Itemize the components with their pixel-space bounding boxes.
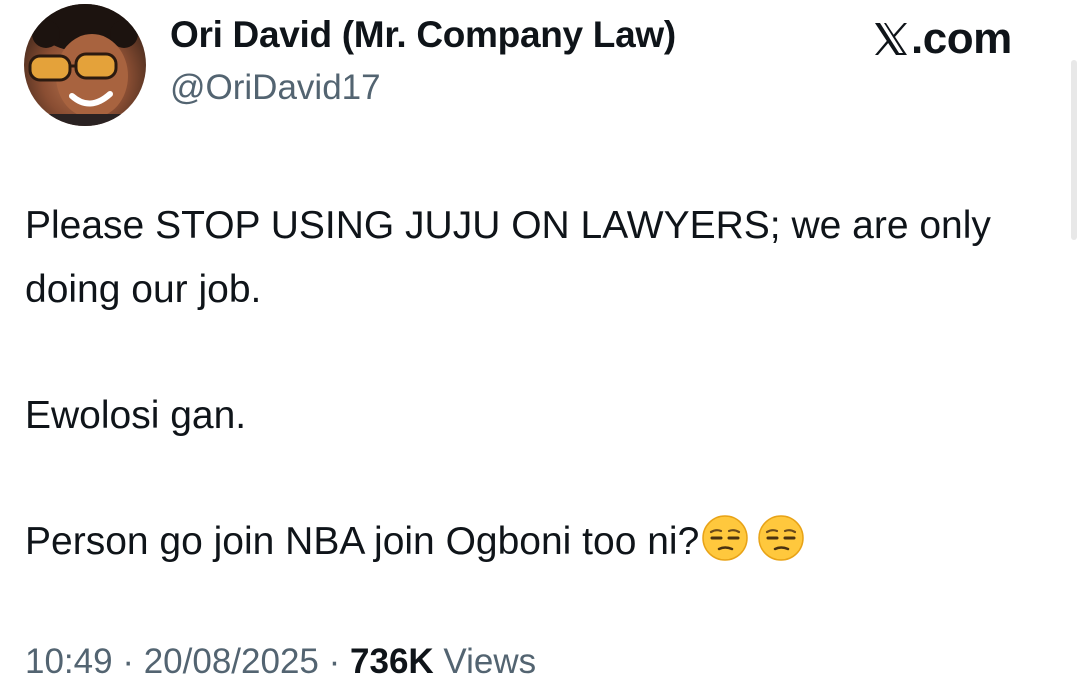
author-avatar[interactable] <box>24 4 146 126</box>
meta-separator: · <box>122 642 134 681</box>
x-logo-icon <box>875 23 907 55</box>
views-label: Views <box>443 642 537 681</box>
tweet-paragraph: Please STOP USING JUJU ON LAWYERS; we ar… <box>25 204 991 311</box>
tweet-body: Please STOP USING JUJU ON LAWYERS; we ar… <box>25 194 1055 574</box>
author-display-name[interactable]: Ori David (Mr. Company Law) <box>170 14 676 56</box>
tweet-date[interactable]: 20/08/2025 <box>144 642 319 681</box>
unamused-face-emoji-icon <box>702 515 749 561</box>
tweet-paragraph: Person go join NBA join Ogboni too ni? <box>25 520 700 563</box>
tweet-paragraph: Ewolosi gan. <box>25 394 247 437</box>
avatar-photo-icon <box>24 4 146 126</box>
tweet-time[interactable]: 10:49 <box>25 642 113 681</box>
tweet-card: Ori David (Mr. Company Law) @OriDavid17 … <box>0 0 1080 687</box>
tweet-meta: 10:49 · 20/08/2025 · 736K Views <box>25 642 536 682</box>
tweet-paragraph-with-emoji: Person go join NBA join Ogboni too ni? <box>25 510 1055 574</box>
scrollbar[interactable] <box>1068 0 1080 687</box>
brand-watermark: .com <box>873 14 1012 64</box>
scrollbar-thumb[interactable] <box>1071 60 1077 240</box>
brand-domain-label: .com <box>911 14 1012 63</box>
unamused-face-emoji-icon <box>758 515 805 561</box>
meta-separator: · <box>328 642 341 681</box>
author-handle[interactable]: @OriDavid17 <box>170 68 381 108</box>
views-count[interactable]: 736K <box>350 642 434 681</box>
